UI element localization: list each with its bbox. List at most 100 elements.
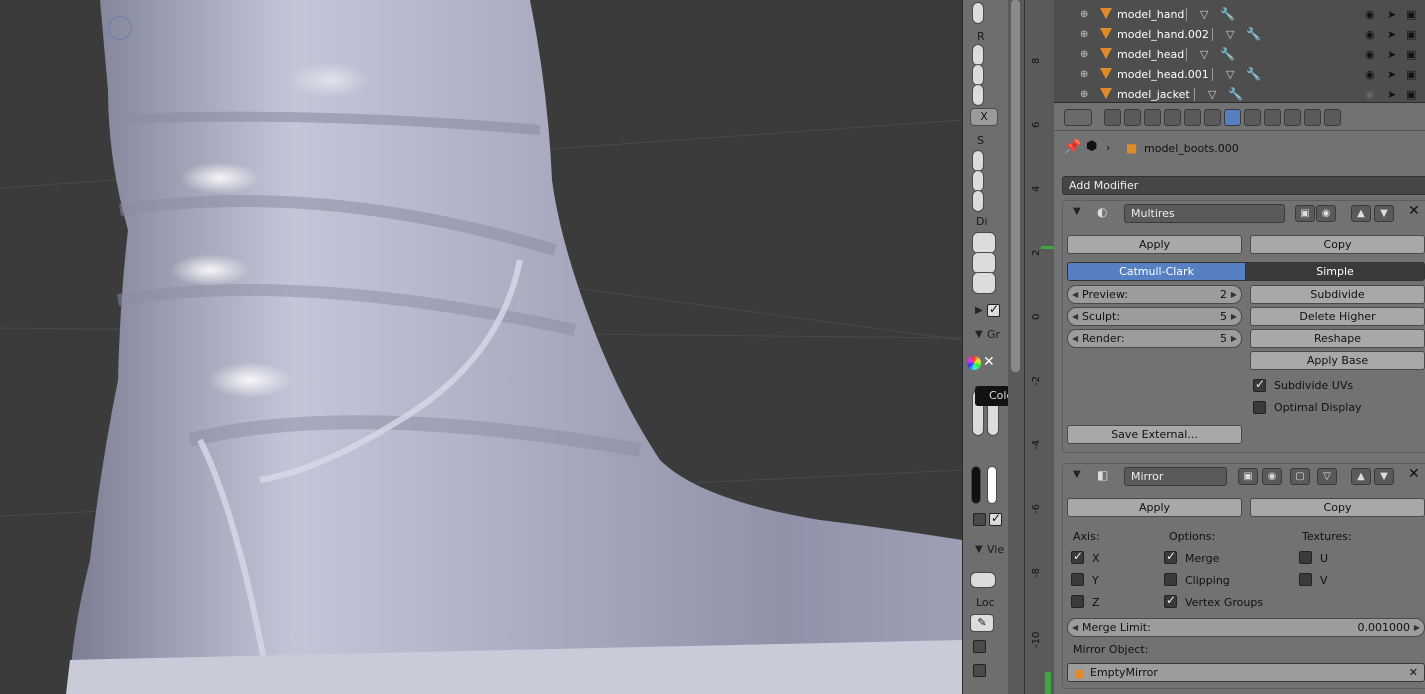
sculpt-level-field[interactable]: ◀ Sculpt: 5 ▶ — [1067, 307, 1242, 326]
decrement-arrow-icon[interactable]: ◀ — [1072, 330, 1078, 347]
selectable-arrow-icon[interactable]: ➤ — [1387, 88, 1396, 101]
world-tab-icon[interactable] — [1164, 109, 1181, 126]
decrement-arrow-icon[interactable]: ◀ — [1072, 308, 1078, 325]
render-toggle-icon[interactable]: ▣ — [1295, 205, 1315, 222]
axis-y-checkbox[interactable] — [1071, 573, 1084, 586]
pin-icon[interactable]: 📌 — [1064, 139, 1081, 155]
scale-slider-3[interactable] — [972, 190, 984, 212]
expand-icon[interactable]: ⊕ — [1080, 29, 1090, 40]
merge-checkbox[interactable] — [1164, 549, 1177, 564]
remove-modifier-icon[interactable]: ✕ — [1408, 203, 1420, 219]
object-tab-icon[interactable] — [1184, 109, 1201, 126]
modifier-wrench-icon[interactable]: 🔧 — [1246, 67, 1261, 81]
view-slider[interactable] — [970, 572, 996, 588]
option-checkbox-3[interactable] — [973, 640, 986, 653]
render-camera-icon[interactable]: ▣ — [1406, 88, 1416, 101]
outliner-row-model-head[interactable]: ⊕ model_head ▽ 🔧 ◉ ➤ ▣ — [1054, 45, 1425, 65]
option-checkbox-1[interactable] — [973, 513, 986, 526]
option-checkbox-2[interactable] — [989, 511, 1002, 526]
eyedropper-icon[interactable]: ✕ — [983, 354, 995, 370]
rotate-slider-top[interactable] — [972, 2, 984, 24]
selectable-arrow-icon[interactable]: ➤ — [1387, 8, 1396, 21]
outliner-item-name[interactable]: model_head — [1117, 48, 1184, 61]
tex-u-checkbox[interactable] — [1299, 551, 1312, 564]
vertex-groups-checkbox[interactable] — [1164, 593, 1177, 608]
axis-z-checkbox[interactable] — [1071, 595, 1084, 608]
subdivide-uvs-checkbox[interactable] — [1253, 377, 1266, 392]
view-expand-arrow-icon[interactable]: ▼ — [975, 544, 983, 555]
option-checkbox-4[interactable] — [973, 664, 986, 677]
move-up-icon[interactable]: ▲ — [1351, 468, 1371, 485]
physics-tab-icon[interactable] — [1324, 109, 1341, 126]
selectable-arrow-icon[interactable]: ➤ — [1387, 48, 1396, 61]
particles-tab-icon[interactable] — [1304, 109, 1321, 126]
modifier-wrench-icon[interactable]: 🔧 — [1246, 27, 1261, 41]
outliner-row-model-head-001[interactable]: ⊕ model_head.001 ▽ 🔧 ◉ ➤ ▣ — [1054, 65, 1425, 85]
increment-arrow-icon[interactable]: ▶ — [1231, 308, 1237, 325]
color-wheel-icon[interactable] — [967, 356, 981, 370]
viewport-scrollbar[interactable] — [1008, 0, 1024, 694]
expand-arrow-icon[interactable]: ▼ — [975, 329, 983, 340]
modifier-wrench-icon[interactable]: 🔧 — [1228, 87, 1243, 101]
selectable-arrow-icon[interactable]: ➤ — [1387, 28, 1396, 41]
lock-edit-button[interactable]: ✎ — [970, 614, 994, 632]
expand-icon[interactable]: ⊕ — [1080, 69, 1090, 80]
render-camera-icon[interactable]: ▣ — [1406, 48, 1416, 61]
mirror-name-field[interactable]: Mirror — [1124, 467, 1227, 486]
texture-tab-icon[interactable] — [1284, 109, 1301, 126]
move-down-icon[interactable]: ▼ — [1374, 205, 1394, 222]
move-down-icon[interactable]: ▼ — [1374, 468, 1394, 485]
outliner-row-model-jacket[interactable]: ⊕ model_jacket ▽ 🔧 ◉ ➤ ▣ — [1054, 85, 1425, 102]
3d-viewport[interactable] — [0, 0, 962, 694]
optimal-display-checkbox[interactable] — [1253, 401, 1266, 414]
scale-slider-2[interactable] — [972, 170, 984, 192]
expand-icon[interactable]: ⊕ — [1080, 9, 1090, 20]
rotate-slider-1[interactable] — [972, 44, 984, 66]
render-layers-tab-icon[interactable] — [1124, 109, 1141, 126]
outliner-item-name[interactable]: model_hand — [1117, 8, 1184, 21]
multires-copy-button[interactable]: Copy — [1250, 235, 1425, 254]
clipping-checkbox[interactable] — [1164, 573, 1177, 586]
merge-limit-field[interactable]: ◀ Merge Limit: 0.001000 ▶ — [1067, 618, 1425, 637]
add-modifier-dropdown[interactable]: Add Modifier — [1062, 176, 1425, 195]
delete-higher-button[interactable]: Delete Higher — [1250, 307, 1425, 326]
constraints-tab-icon[interactable] — [1204, 109, 1221, 126]
scene-tab-icon[interactable] — [1144, 109, 1161, 126]
render-level-field[interactable]: ◀ Render: 5 ▶ — [1067, 329, 1242, 348]
remove-modifier-icon[interactable]: ✕ — [1408, 466, 1420, 482]
subdivide-button[interactable]: Subdivide — [1250, 285, 1425, 304]
rotate-slider-3[interactable] — [972, 84, 984, 106]
scale-slider-1[interactable] — [972, 150, 984, 172]
tex-v-checkbox[interactable] — [1299, 573, 1312, 586]
axis-x-checkbox[interactable] — [1071, 549, 1084, 564]
render-camera-icon[interactable]: ▣ — [1406, 8, 1416, 21]
render-tab-icon[interactable] — [1104, 109, 1121, 126]
collapse-arrow-icon[interactable]: ▼ — [1073, 206, 1081, 217]
render-camera-icon[interactable]: ▣ — [1406, 68, 1416, 81]
expand-icon[interactable]: ⊕ — [1080, 49, 1090, 60]
increment-arrow-icon[interactable]: ▶ — [1231, 330, 1237, 347]
editor-type-menu[interactable] — [1064, 109, 1092, 126]
scrollbar-thumb[interactable] — [1011, 0, 1020, 372]
clear-field-icon[interactable]: ✕ — [1409, 664, 1418, 681]
outliner-row-model-hand-002[interactable]: ⊕ model_hand.002 ▽ 🔧 ◉ ➤ ▣ — [1054, 25, 1425, 45]
selectable-arrow-icon[interactable]: ➤ — [1387, 68, 1396, 81]
cage-toggle-icon[interactable]: ▽ — [1317, 468, 1337, 485]
outliner-row-model-hand[interactable]: ⊕ model_hand ▽ 🔧 ◉ ➤ ▣ — [1054, 5, 1425, 25]
modifier-wrench-icon[interactable]: 🔧 — [1220, 7, 1235, 21]
material-tab-icon[interactable] — [1264, 109, 1281, 126]
dim-slider-2[interactable] — [972, 252, 996, 274]
move-up-icon[interactable]: ▲ — [1351, 205, 1371, 222]
increment-arrow-icon[interactable]: ▶ — [1414, 619, 1420, 636]
outliner-item-name[interactable]: model_head.001 — [1117, 68, 1209, 81]
decrement-arrow-icon[interactable]: ◀ — [1072, 286, 1078, 303]
modifiers-tab-icon[interactable] — [1224, 109, 1241, 126]
apply-base-button[interactable]: Apply Base — [1250, 351, 1425, 370]
visibility-eye-icon[interactable]: ◉ — [1365, 68, 1375, 81]
decrement-arrow-icon[interactable]: ◀ — [1072, 619, 1078, 636]
render-toggle-icon[interactable]: ▣ — [1238, 468, 1258, 485]
visibility-eye-icon[interactable]: ◉ — [1365, 28, 1375, 41]
multires-name-field[interactable]: Multires — [1124, 204, 1285, 223]
preview-level-field[interactable]: ◀ Preview: 2 ▶ — [1067, 285, 1242, 304]
dim-slider-1[interactable] — [972, 232, 996, 254]
